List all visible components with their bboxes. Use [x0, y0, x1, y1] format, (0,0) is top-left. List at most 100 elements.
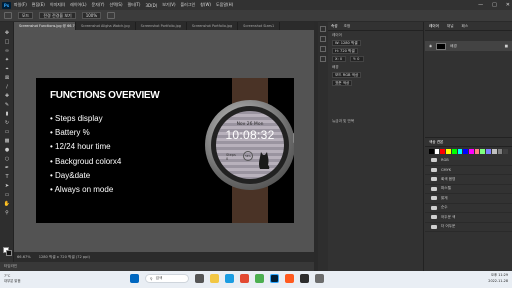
path-select-icon[interactable]: ➤ — [3, 182, 11, 190]
move-tool-icon[interactable]: ✥ — [3, 29, 11, 37]
percent-field[interactable]: 100% — [81, 12, 102, 19]
adjustments-panel-icon[interactable] — [320, 36, 326, 42]
menu-window[interactable]: 창(W) — [200, 2, 211, 8]
x-field[interactable]: X: 0 — [332, 56, 346, 62]
eraser-tool-icon[interactable]: ▭ — [3, 128, 11, 136]
menu-plugins[interactable]: 플러그인 — [181, 2, 196, 8]
healing-brush-icon[interactable]: ✚ — [3, 92, 11, 100]
tab-document-5[interactable]: Screenshot Sizes1 — [238, 22, 281, 30]
store-icon[interactable] — [240, 274, 249, 283]
tab-document-3[interactable]: Screenshot Portfolio.jpg — [136, 22, 187, 30]
zoom-tool-icon[interactable]: ⚲ — [3, 209, 11, 217]
color-swatch[interactable] — [486, 149, 491, 154]
tab-adjustments[interactable]: 조정 — [344, 24, 351, 29]
layer-name[interactable]: 배경 — [450, 44, 457, 49]
tab-paths[interactable]: 패스 — [462, 24, 469, 29]
height-field[interactable]: H: 720 픽셀 — [332, 48, 358, 54]
color-swatch[interactable] — [434, 149, 440, 154]
hand-tool-icon[interactable]: ✋ — [3, 200, 11, 208]
illustrator-taskbar-icon[interactable] — [285, 274, 294, 283]
color-swatch[interactable] — [480, 149, 486, 154]
blur-tool-icon[interactable]: ● — [3, 146, 11, 154]
swatch-folder[interactable]: 더 어두운 — [425, 223, 512, 232]
option-field[interactable]: 전경 전경을 보기 — [39, 12, 76, 19]
visibility-eye-icon[interactable]: ◉ — [429, 44, 432, 48]
task-view-icon[interactable] — [195, 274, 204, 283]
frame-tool-icon[interactable]: ⊠ — [3, 74, 11, 82]
document-canvas[interactable]: FUNCTIONS OVERVIEW • Steps display • Bat… — [36, 78, 294, 223]
menu-3d[interactable]: 3D(D) — [145, 3, 157, 8]
close-icon[interactable]: ✕ — [506, 2, 510, 8]
menu-image[interactable]: 이미지(I) — [50, 2, 65, 8]
color-swatch[interactable] — [451, 149, 457, 154]
color-swatch[interactable] — [457, 149, 463, 154]
canvas-area[interactable]: FUNCTIONS OVERVIEW • Steps display • Bat… — [14, 30, 314, 252]
app-taskbar-icon[interactable] — [300, 274, 309, 283]
tab-document-2[interactable]: Screenshot Aligha Watch.jpg — [76, 22, 136, 30]
swatch-folder[interactable]: RGB — [425, 156, 512, 166]
menu-view[interactable]: 보기(V) — [162, 2, 175, 8]
color-swatch[interactable] — [440, 149, 446, 154]
file-explorer-icon[interactable] — [210, 274, 219, 283]
chrome-icon[interactable] — [255, 274, 264, 283]
menu-select[interactable]: 선택(S) — [109, 2, 122, 8]
eyedropper-icon[interactable]: ∕ — [3, 83, 11, 91]
tab-properties[interactable]: 속성 — [331, 24, 338, 29]
pen-tool-icon[interactable]: ✒ — [3, 164, 11, 172]
magic-wand-icon[interactable]: ✦ — [3, 56, 11, 64]
tab-document-4[interactable]: Screenshot Portfolio.jpg — [187, 22, 239, 30]
zoom-level[interactable]: 66.67% — [17, 255, 31, 259]
tab-channels[interactable]: 채널 — [447, 24, 454, 29]
width-field[interactable]: W: 1280 픽셀 — [332, 40, 361, 46]
menu-file[interactable]: 파일(F) — [14, 2, 27, 8]
tab-layers[interactable]: 레이어 — [429, 24, 439, 29]
apply-section[interactable]: 뉴금과 및 반복 — [328, 117, 423, 125]
color-swatch[interactable] — [491, 149, 497, 154]
swatch-folder[interactable]: CMYK — [425, 166, 512, 175]
mode-dropdown[interactable]: 모드 RGB 색상 — [332, 72, 362, 78]
app2-taskbar-icon[interactable] — [315, 274, 324, 283]
weather-widget[interactable]: 7°C 대부분 맑음 — [4, 274, 34, 284]
tool-preset-icon[interactable] — [4, 12, 12, 19]
swatch-folder[interactable]: 순수 — [425, 204, 512, 213]
minimize-icon[interactable]: — — [478, 2, 483, 8]
swatches-title[interactable]: 색상 견본 — [429, 140, 443, 145]
character-panel-icon[interactable] — [320, 46, 326, 52]
menu-help[interactable]: 도움말(H) — [216, 2, 233, 8]
start-icon[interactable] — [130, 274, 139, 283]
option-toggle-icon[interactable] — [107, 12, 116, 19]
menu-layer[interactable]: 레이어(L) — [70, 2, 86, 8]
edge-icon[interactable] — [225, 274, 234, 283]
color-dropdown[interactable]: 표준 색상 — [332, 80, 353, 86]
menu-edit[interactable]: 편집(E) — [32, 2, 45, 8]
history-panel-icon[interactable] — [320, 26, 326, 32]
gradient-tool-icon[interactable]: ▩ — [3, 137, 11, 145]
color-swatch[interactable] — [429, 149, 434, 154]
type-tool-icon[interactable]: T — [3, 173, 11, 181]
layer-row[interactable]: ◉ 배경 ■ — [425, 41, 512, 51]
taskbar-search[interactable]: ⚲ 검색 — [145, 274, 189, 283]
system-tray[interactable]: 오후 11:29 2022-11-28 — [488, 273, 508, 284]
swatch-folder[interactable]: 어두운 색 — [425, 213, 512, 223]
swatch-folder[interactable]: 회색 음영 — [425, 175, 512, 185]
menu-filter[interactable]: 필터(T) — [128, 2, 141, 8]
shape-tool-icon[interactable]: ▭ — [3, 191, 11, 199]
mode-select[interactable]: 모드 — [18, 12, 34, 19]
marquee-tool-icon[interactable]: □ — [3, 38, 11, 46]
dodge-tool-icon[interactable]: ○ — [3, 155, 11, 163]
timeline-label[interactable]: 타임라인 — [4, 264, 17, 269]
color-swatch[interactable] — [503, 149, 509, 154]
y-field[interactable]: Y: 0 — [350, 56, 364, 62]
color-swatch[interactable] — [463, 149, 469, 154]
menu-type[interactable]: 문자(Y) — [92, 2, 105, 8]
color-swatch[interactable] — [469, 149, 474, 154]
background-color-swatch[interactable] — [6, 250, 12, 256]
color-swatch[interactable] — [446, 149, 451, 154]
swatch-folder[interactable]: 파스텔 — [425, 185, 512, 194]
stamp-tool-icon[interactable]: ▮ — [3, 110, 11, 118]
color-swatch[interactable] — [474, 149, 480, 154]
tab-document-1[interactable]: Screenshot Functions.jpg @ 66.7% (RGB/8) — [14, 22, 76, 30]
color-swatch[interactable] — [497, 149, 503, 154]
photoshop-taskbar-icon[interactable] — [270, 274, 279, 283]
lasso-tool-icon[interactable]: ∞ — [3, 47, 11, 55]
